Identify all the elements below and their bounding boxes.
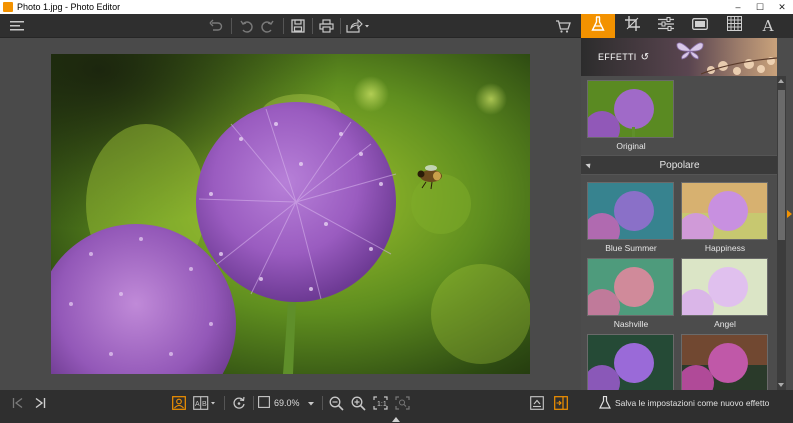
undo-icon[interactable] [236,16,256,36]
photo-image[interactable] [51,54,530,374]
redo-icon[interactable] [258,16,278,36]
effect-original-thumbnail[interactable] [587,80,674,138]
chevron-down-icon [307,398,314,408]
scroll-up-icon[interactable] [778,79,784,83]
toolbar-divider [231,18,232,34]
sliders-icon [658,16,674,36]
zoom-selector[interactable]: 69.0% [258,395,318,411]
compare-icon[interactable]: AB [192,394,218,412]
undo-all-icon[interactable] [206,16,226,36]
portrait-icon[interactable] [170,394,188,412]
main-toolbar [0,14,581,38]
zoom-value: 69.0% [274,398,300,408]
butterfly-icon [676,42,704,60]
maximize-button[interactable]: ☐ [749,0,771,14]
scroll-down-icon[interactable] [778,383,784,387]
section-popular-label: Popolare [659,159,700,171]
effect-label: Happiness [704,243,746,253]
effect-nashville-thumbnail[interactable] [587,258,674,316]
tab-texture[interactable] [717,14,751,38]
blossom-decoration [701,57,777,75]
svg-text:A: A [195,401,200,408]
first-image-icon[interactable] [10,394,26,412]
crop-icon [624,16,640,36]
tab-text[interactable]: A [751,14,785,38]
grid-icon [726,16,742,36]
minimize-button[interactable]: – [727,0,749,14]
title-bar: Photo 1.jpg - Photo Editor – ☐ ✕ [0,0,793,14]
save-effect-button[interactable]: Salva le impostazioni come nuovo effetto [581,390,793,416]
menu-icon[interactable] [8,16,28,36]
effect-blue-summer-thumbnail[interactable] [587,182,674,240]
effect-happiness-thumbnail[interactable] [681,182,768,240]
bottom-divider [224,396,225,410]
effects-title: EFFETTI [598,52,637,62]
save-effect-label: Salva le impostazioni come nuovo effetto [615,398,770,408]
window-title: Photo 1.jpg - Photo Editor [17,2,121,12]
flask-icon [591,15,605,37]
effect-label: Blue Summer [605,243,657,253]
bottom-divider [322,396,323,410]
tab-effects[interactable] [581,14,615,38]
section-popular-header[interactable]: Popolare [581,155,777,175]
bottom-divider [253,396,254,410]
toggle-panel-icon[interactable] [552,394,570,412]
frame-icon [692,17,708,35]
panel-collapse-icon[interactable] [787,210,792,218]
cart-icon[interactable] [552,16,574,36]
toolbar-divider [340,18,341,34]
effect-thumbnail[interactable] [587,334,674,390]
print-icon[interactable] [316,16,336,36]
toolbar-divider [312,18,313,34]
zoom-out-icon[interactable] [327,394,345,412]
effect-label: Nashville [613,319,649,329]
chevron-up-icon [392,417,400,422]
photo-editor-window: Photo 1.jpg - Photo Editor – ☐ ✕ A A B 6… [0,0,793,423]
toolbar-divider [283,18,284,34]
effects-header: EFFETTI ↺ [581,38,777,76]
tab-adjust[interactable] [649,14,683,38]
next-image-icon[interactable] [32,394,48,412]
share-icon[interactable] [345,16,371,36]
rotate-icon[interactable] [230,394,248,412]
app-icon [3,2,13,12]
zoom-in-icon[interactable] [349,394,367,412]
bottom-toolbar: AB 69.0% 1:1 [0,390,581,416]
svg-text:B: B [202,401,207,408]
effect-label: Angel [714,319,736,329]
scroll-thumb[interactable] [778,90,785,240]
image-canvas[interactable] [0,38,581,390]
fit-screen-icon[interactable] [393,394,411,412]
close-button[interactable]: ✕ [771,0,793,14]
svg-text:1:1: 1:1 [377,401,387,408]
effect-thumbnail[interactable] [681,334,768,390]
text-icon: A [762,17,774,35]
export-icon[interactable] [528,394,546,412]
tab-crop[interactable] [615,14,649,38]
panel-scrollbar[interactable] [777,76,786,390]
flask-icon [599,395,611,411]
reset-icon[interactable]: ↺ [641,52,649,63]
effects-panel: EFFETTI ↺ Original Popolare Blue Summer … [581,38,793,390]
tab-frame[interactable] [683,14,717,38]
filmstrip-toggle[interactable] [0,416,793,423]
tool-tabs: A [581,14,793,38]
actual-size-icon[interactable]: 1:1 [371,394,389,412]
effect-angel-thumbnail[interactable] [681,258,768,316]
effect-original-label: Original [616,141,646,151]
save-icon[interactable] [288,16,308,36]
fit-icon [258,396,270,410]
